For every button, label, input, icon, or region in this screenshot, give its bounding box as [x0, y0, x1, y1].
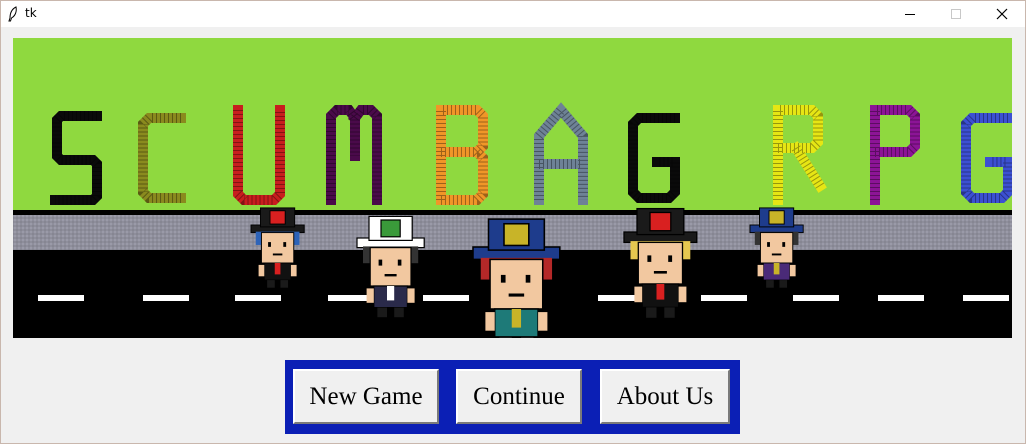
sky — [13, 38, 1012, 210]
curb — [13, 210, 1012, 215]
main-menu-bar: New Game Continue About Us — [285, 360, 740, 434]
lane-dash-9 — [878, 295, 924, 301]
window-title: tk — [25, 6, 37, 20]
close-button[interactable] — [979, 1, 1025, 27]
lane-dash-5 — [423, 295, 469, 301]
lane-dash-10 — [963, 295, 1009, 301]
lane-dash-8 — [793, 295, 839, 301]
maximize-icon — [951, 9, 961, 19]
minimize-button[interactable] — [887, 1, 933, 27]
lane-dash-1 — [38, 295, 84, 301]
close-icon — [996, 8, 1008, 20]
title-bar[interactable]: tk — [1, 1, 1025, 27]
about-us-button[interactable]: About Us — [600, 369, 730, 424]
lane-dash-3 — [235, 295, 281, 301]
lane-dash-7 — [701, 295, 747, 301]
continue-button[interactable]: Continue — [456, 369, 582, 424]
title-banner-image — [13, 38, 1012, 338]
maximize-button[interactable] — [933, 1, 979, 27]
lane-dash-2 — [143, 295, 189, 301]
minimize-icon — [905, 14, 915, 15]
new-game-button[interactable]: New Game — [293, 369, 439, 424]
feather-icon — [8, 6, 17, 22]
